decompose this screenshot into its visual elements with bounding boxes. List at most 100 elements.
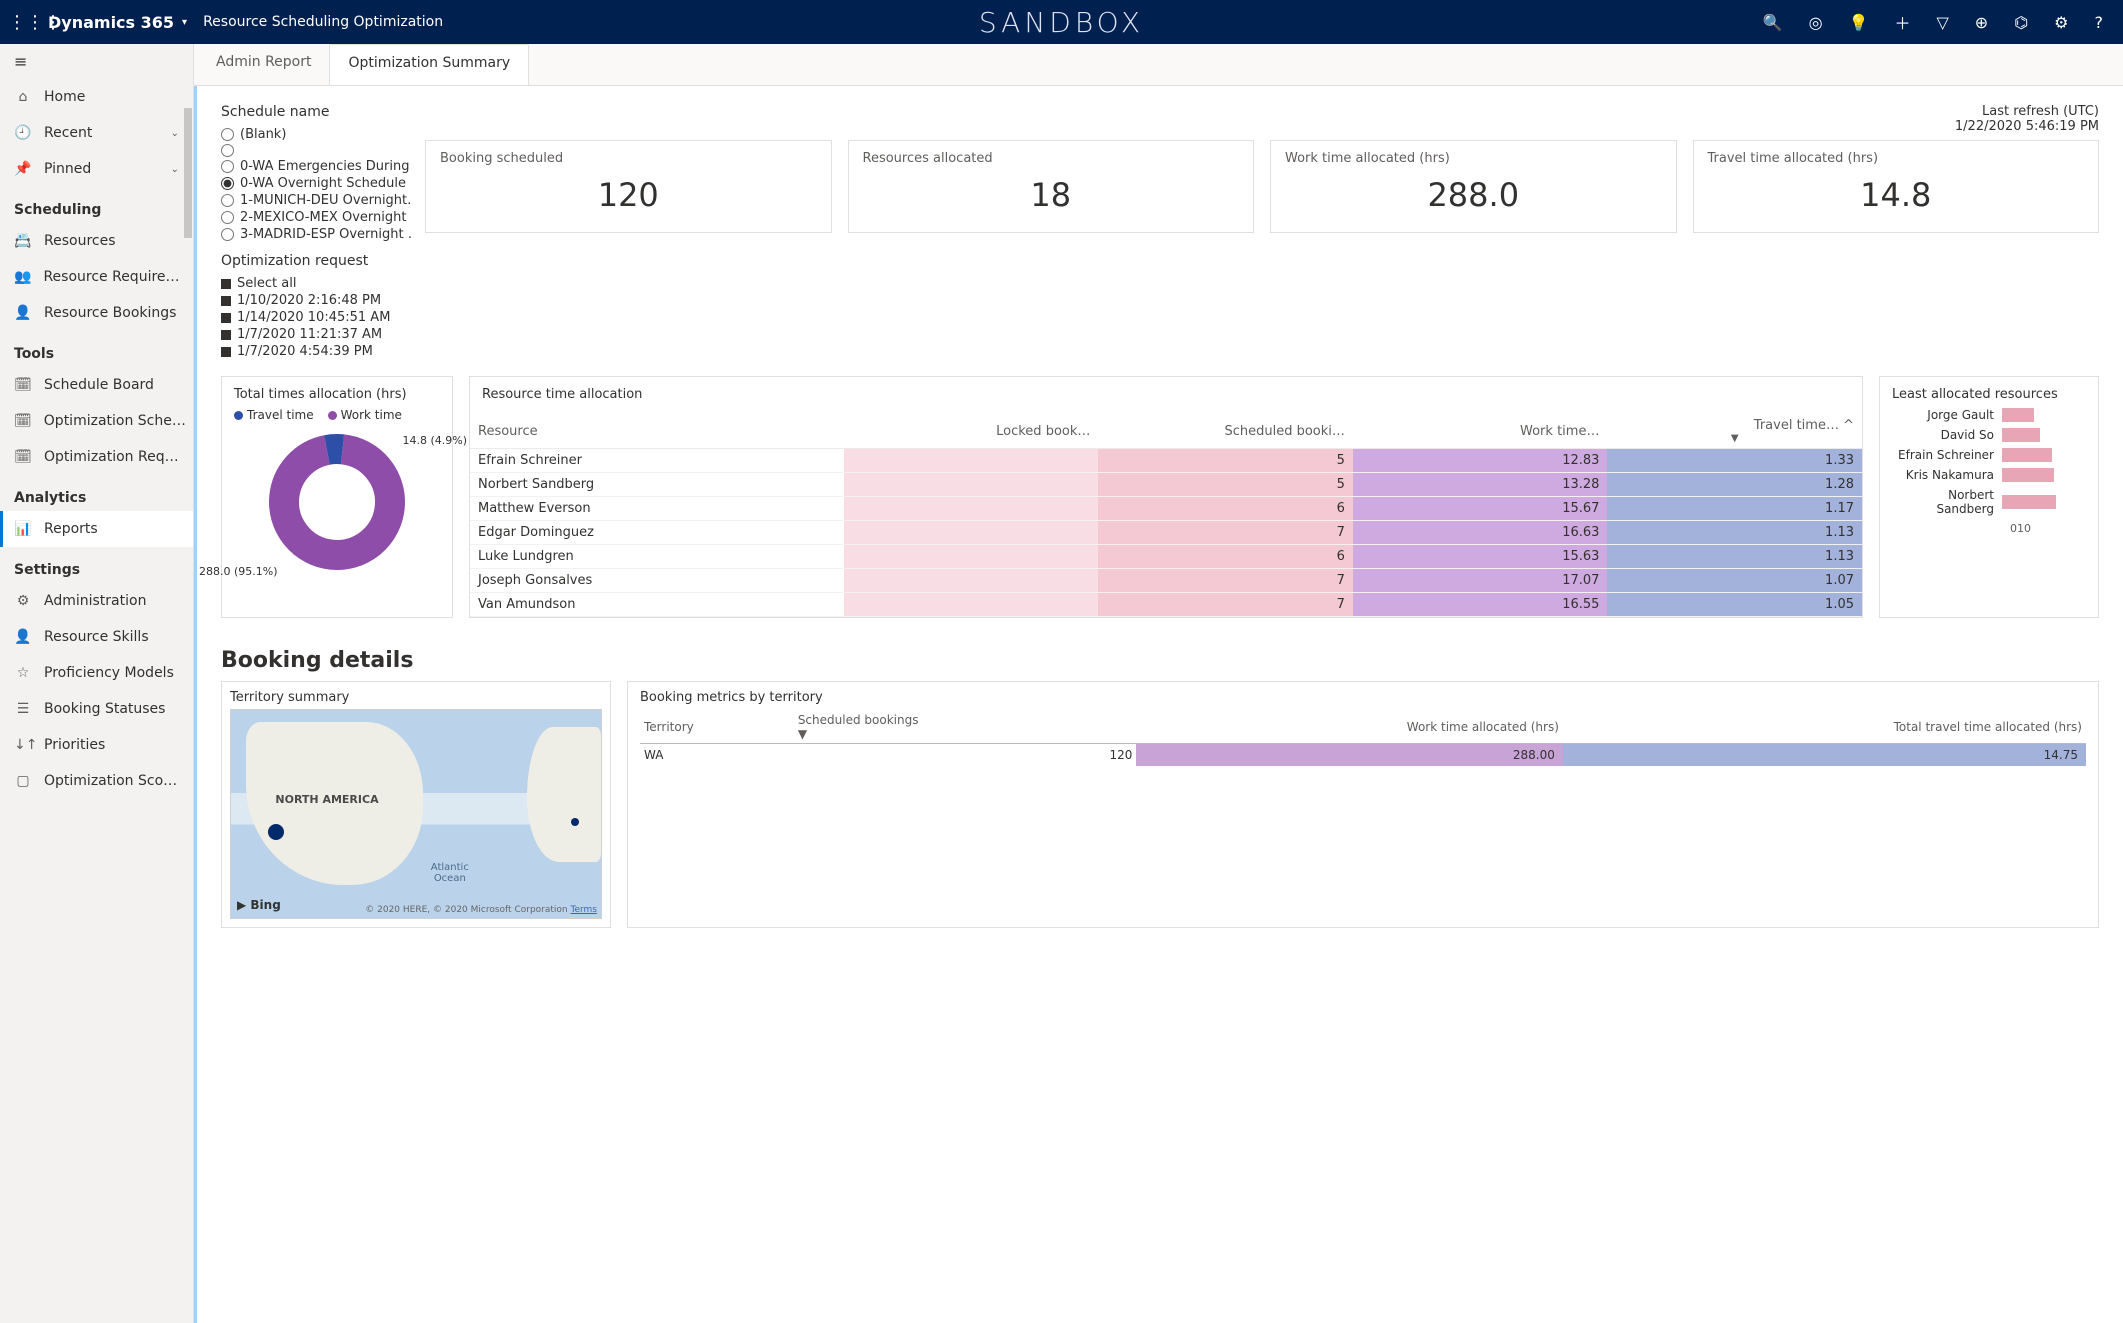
- plus-icon[interactable]: ＋: [1894, 10, 1910, 34]
- app-name-label: Resource Scheduling Optimization: [203, 14, 443, 30]
- calendar-icon: 🗓: [14, 449, 32, 465]
- bing-logo: ▶ Bing: [237, 898, 281, 912]
- table-row[interactable]: Norbert Sandberg513.281.28: [470, 473, 1862, 497]
- nav-resource-bookings[interactable]: 👤Resource Bookings: [0, 295, 193, 331]
- brand-label[interactable]: Dynamics 365: [48, 13, 174, 32]
- pin-icon: 📌: [14, 161, 32, 177]
- table-row[interactable]: Matthew Everson615.671.17: [470, 497, 1862, 521]
- nav-booking-statuses[interactable]: ☰Booking Statuses: [0, 691, 193, 727]
- nav-section-analytics: Analytics: [0, 475, 193, 511]
- opt-request-header: Optimization request: [221, 253, 411, 269]
- nav-priorities[interactable]: ↓↑Priorities: [0, 727, 193, 763]
- nav-optimization-requests[interactable]: 🗓Optimization Req…: [0, 439, 193, 475]
- nav-hamburger-icon[interactable]: ≡: [0, 44, 193, 79]
- table-row[interactable]: WA 120 288.00 14.75: [640, 744, 2086, 767]
- report-tabs: Admin Report Optimization Summary: [194, 44, 2123, 86]
- nav-section-scheduling: Scheduling: [0, 187, 193, 223]
- nav-optimization-scoring[interactable]: ▢Optimization Sco…: [0, 763, 193, 799]
- col-resource[interactable]: Resource: [470, 414, 844, 449]
- calendar-icon: 🗓: [14, 377, 32, 393]
- table-row[interactable]: Efrain Schreiner512.831.33: [470, 449, 1862, 473]
- request-checkbox[interactable]: 1/7/2020 11:21:37 AM: [221, 326, 411, 343]
- shell: ≡ ⌂Home 🕘Recent⌄ 📌Pinned⌄ Scheduling 📇Re…: [0, 44, 2123, 1323]
- donut-travel-label: 14.8 (4.9%): [402, 434, 467, 447]
- nav-recent[interactable]: 🕘Recent⌄: [0, 115, 193, 151]
- chevron-down-icon[interactable]: ▾: [182, 17, 187, 28]
- least-allocated-card: Least allocated resources Jorge GaultDav…: [1879, 376, 2099, 618]
- main-area: Admin Report Optimization Summary Schedu…: [194, 44, 2123, 1323]
- nav-section-settings: Settings: [0, 547, 193, 583]
- nav-schedule-board[interactable]: 🗓Schedule Board: [0, 367, 193, 403]
- bar-row[interactable]: Norbert Sandberg: [1892, 488, 2086, 516]
- table-row[interactable]: Luke Lundgren615.631.13: [470, 545, 1862, 569]
- territory-map[interactable]: NORTH AMERICA AtlanticOcean ▶ Bing © 202…: [230, 709, 602, 919]
- resource-time-table[interactable]: Resource Locked book… Scheduled booki… W…: [470, 414, 1862, 617]
- nav-reports[interactable]: 📊Reports: [0, 511, 193, 547]
- kpi-panel: Last refresh (UTC) 1/22/2020 5:46:19 PM …: [425, 104, 2099, 233]
- schedule-radio[interactable]: 3-MADRID-ESP Overnight …: [221, 226, 411, 243]
- people-icon: 👥: [14, 269, 31, 285]
- table-row[interactable]: Van Amundson716.551.05: [470, 593, 1862, 617]
- map-label-ao: AtlanticOcean: [431, 862, 469, 884]
- request-checkbox[interactable]: 1/7/2020 4:54:39 PM: [221, 343, 411, 360]
- schedule-radio[interactable]: 0-WA Emergencies During …: [221, 158, 411, 175]
- col-work[interactable]: Work time…: [1353, 414, 1608, 449]
- bulb-icon[interactable]: 💡: [1849, 13, 1869, 32]
- tab-optimization-summary[interactable]: Optimization Summary: [329, 44, 529, 85]
- schedule-radio[interactable]: 1-MUNICH-DEU Overnight…: [221, 192, 411, 209]
- clock-icon: 🕘: [14, 125, 32, 141]
- nav-resource-requirements[interactable]: 👥Resource Require…: [0, 259, 193, 295]
- person-icon: 👤: [14, 629, 32, 645]
- nav-home[interactable]: ⌂Home: [0, 79, 193, 115]
- search-icon[interactable]: 🔍: [1763, 13, 1783, 32]
- nav-resources[interactable]: 📇Resources: [0, 223, 193, 259]
- environment-label: SANDBOX: [979, 6, 1144, 39]
- bar-row[interactable]: Kris Nakamura: [1892, 468, 2086, 482]
- tab-admin-report[interactable]: Admin Report: [198, 44, 329, 85]
- bar-row[interactable]: Efrain Schreiner: [1892, 448, 2086, 462]
- nav-pinned[interactable]: 📌Pinned⌄: [0, 151, 193, 187]
- puzzle-icon[interactable]: ⌬: [2014, 13, 2028, 32]
- nav-scrollbar[interactable]: [184, 108, 192, 238]
- bar-row[interactable]: David So: [1892, 428, 2086, 442]
- map-label-na: NORTH AMERICA: [275, 793, 378, 806]
- chevron-down-icon: ⌄: [171, 164, 179, 175]
- table-row[interactable]: Edgar Dominguez716.631.13: [470, 521, 1862, 545]
- sort-asc-icon: ^: [1843, 418, 1854, 433]
- calendar-icon: 🗓: [14, 413, 32, 429]
- request-checkbox[interactable]: 1/14/2020 10:45:51 AM: [221, 309, 411, 326]
- col-scheduled[interactable]: Scheduled booki…: [1098, 414, 1353, 449]
- nav-proficiency-models[interactable]: ☆Proficiency Models: [0, 655, 193, 691]
- nav-administration[interactable]: ⚙Administration: [0, 583, 193, 619]
- target-icon[interactable]: ◎: [1809, 13, 1823, 32]
- select-all-checkbox[interactable]: Select all: [221, 275, 411, 292]
- bar-row[interactable]: Jorge Gault: [1892, 408, 2086, 422]
- schedule-radio[interactable]: (Blank): [221, 126, 411, 143]
- booking-metrics-table[interactable]: Territory Scheduled bookings▼ Work time …: [640, 711, 2086, 766]
- star-icon: ☆: [14, 665, 32, 681]
- map-pin-icon[interactable]: [571, 818, 579, 826]
- list-icon: ☰: [14, 701, 32, 717]
- table-row[interactable]: Joseph Gonsalves717.071.07: [470, 569, 1862, 593]
- least-allocated-chart[interactable]: Jorge Gault David So Efrain Schreiner Kris …: [1892, 408, 2086, 516]
- map-terms-link[interactable]: Terms: [570, 905, 597, 915]
- help-icon[interactable]: ?: [2095, 13, 2104, 32]
- request-checkbox[interactable]: 1/10/2020 2:16:48 PM: [221, 292, 411, 309]
- circle-plus-icon[interactable]: ⊕: [1975, 13, 1988, 32]
- donut-work-label: 288.0 (95.1%): [199, 565, 278, 578]
- col-travel[interactable]: Travel time… ^▼: [1607, 414, 1862, 449]
- gear-icon[interactable]: ⚙: [2054, 13, 2068, 32]
- schedule-radio[interactable]: 0-WA Overnight Schedule: [221, 175, 411, 192]
- app-launcher-icon[interactable]: ⋮⋮⋮: [8, 12, 44, 33]
- filter-icon[interactable]: ▽: [1936, 13, 1948, 32]
- col-locked[interactable]: Locked book…: [844, 414, 1099, 449]
- nav-resource-skills[interactable]: 👤Resource Skills: [0, 619, 193, 655]
- donut-chart[interactable]: 14.8 (4.9%) 288.0 (95.1%): [267, 432, 407, 572]
- map-attribution: © 2020 HERE, © 2020 Microsoft Corporatio…: [365, 905, 597, 915]
- nav-optimization-schedules[interactable]: 🗓Optimization Sche…: [0, 403, 193, 439]
- gear-icon: ⚙: [14, 593, 32, 609]
- schedule-radio[interactable]: 2-MEXICO-MEX Overnight …: [221, 209, 411, 226]
- territory-summary-card: Territory summary NORTH AMERICA Atlantic…: [221, 681, 611, 928]
- schedule-radio[interactable]: [221, 143, 411, 158]
- request-check-list: Select all 1/10/2020 2:16:48 PM1/14/2020…: [221, 275, 411, 360]
